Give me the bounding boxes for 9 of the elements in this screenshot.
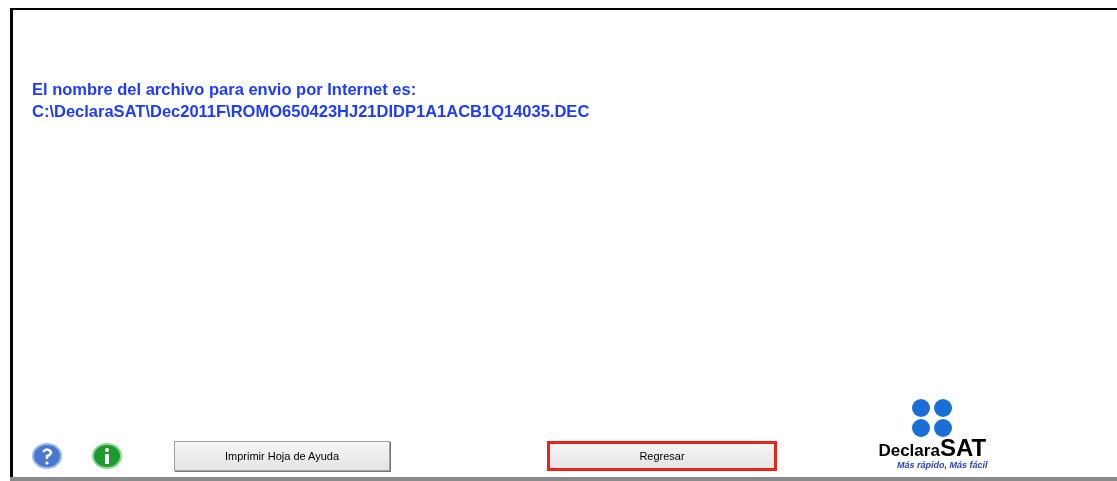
help-icon[interactable] xyxy=(32,443,62,469)
logo-slogan: Más rápido, Más fácil xyxy=(897,460,988,471)
logo-text: Declara xyxy=(878,442,940,460)
logo-text-bold: SAT xyxy=(939,438,987,458)
print-help-button[interactable]: Imprimir Hoja de Ayuda xyxy=(174,441,390,471)
back-button[interactable]: Regresar xyxy=(547,441,777,471)
message-text: El nombre del archivo para envio por Internet es: xyxy=(32,79,418,100)
message-text: C:\DeclaraSAT\Dec2011F\ROMO650423HJ21DIDP1A1ACB1Q14035.DEC xyxy=(32,101,591,122)
info-icon[interactable] xyxy=(92,443,122,469)
